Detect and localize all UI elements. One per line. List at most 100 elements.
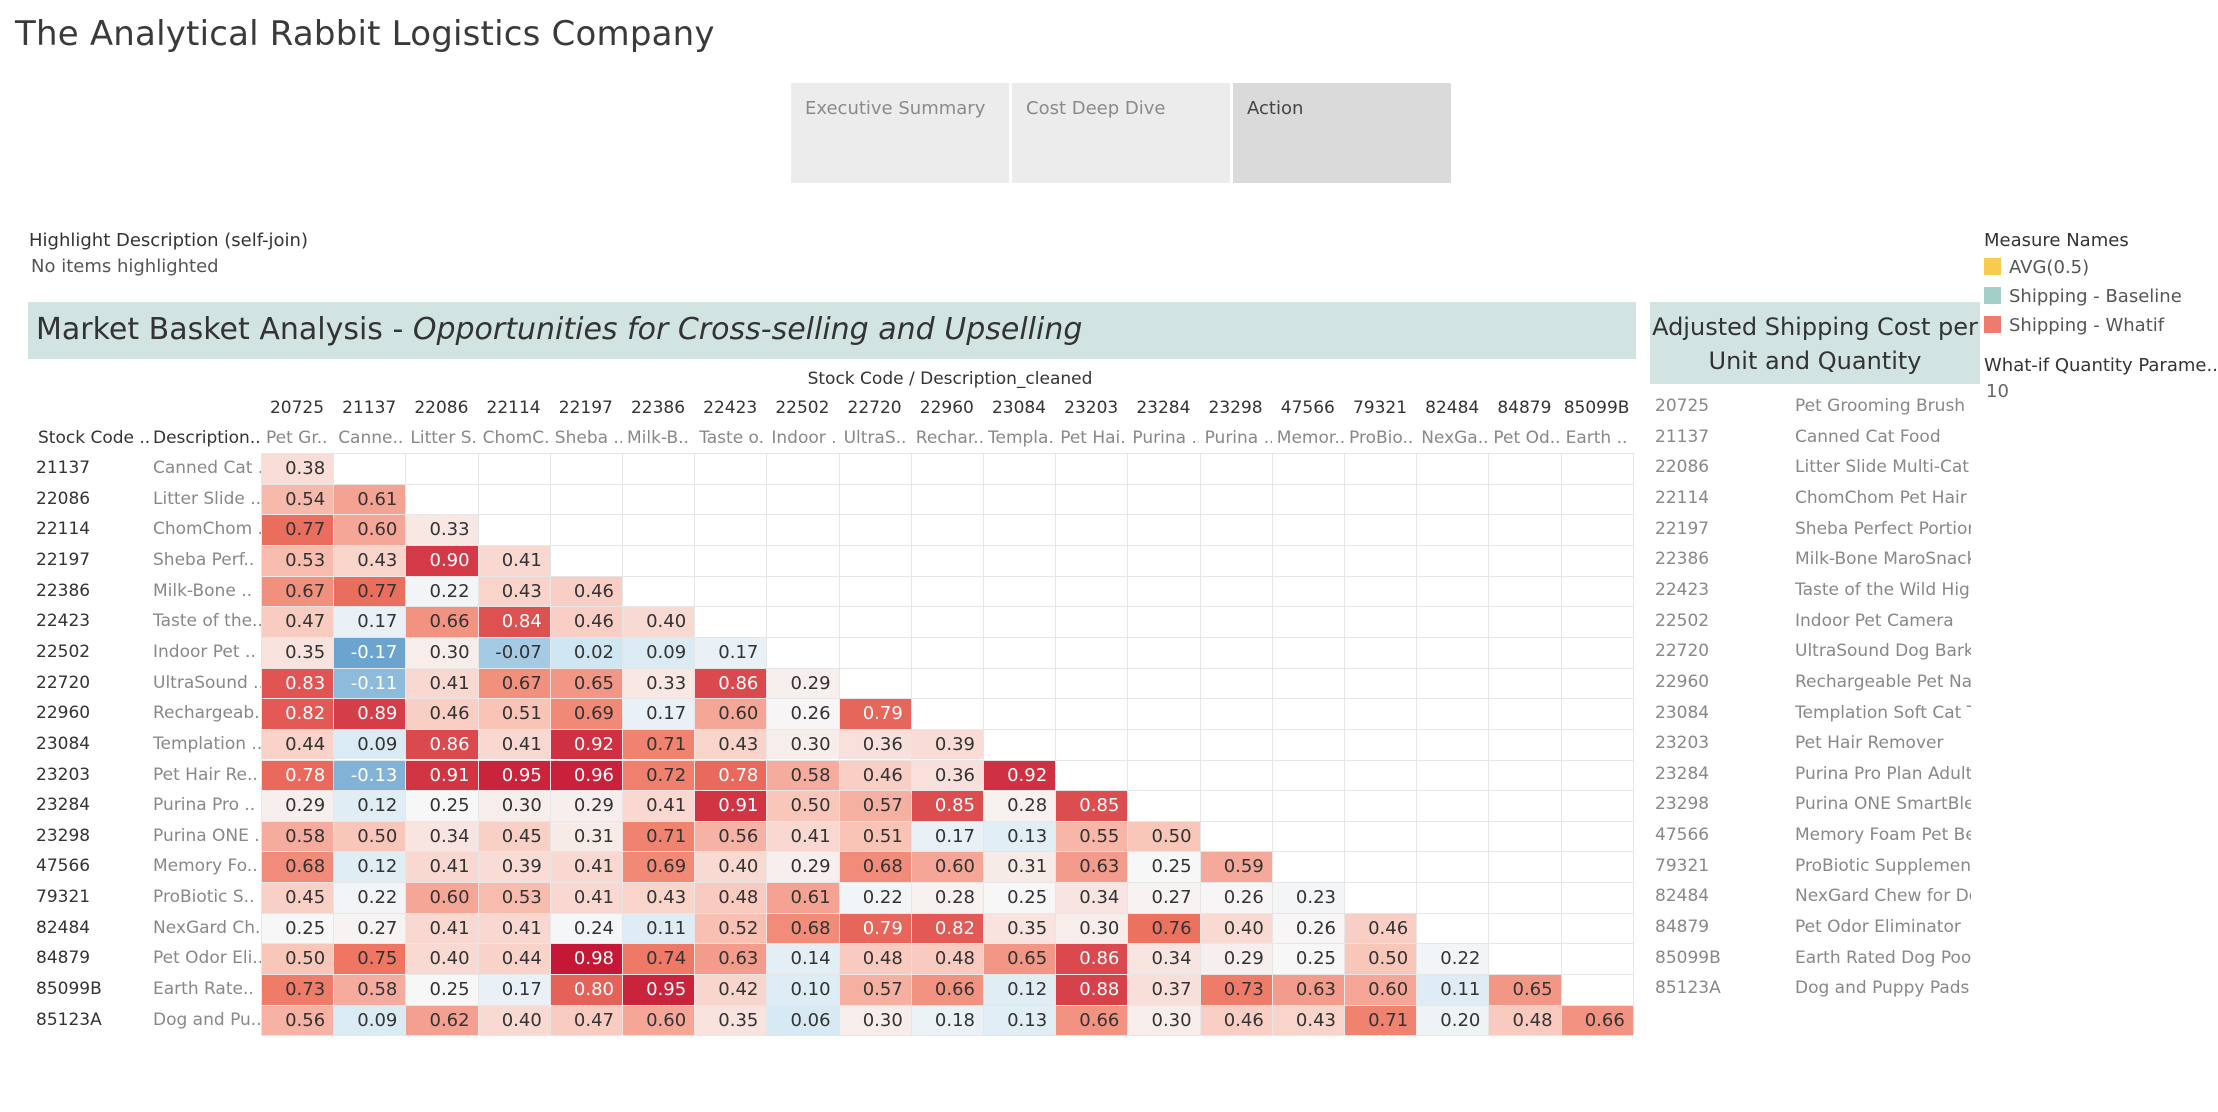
column-stock-code[interactable]: 79321 — [1344, 398, 1416, 418]
matrix-cell[interactable]: 0.30 — [478, 791, 550, 821]
row-description[interactable]: ChomChom .. — [153, 519, 261, 539]
matrix-cell[interactable]: 0.30 — [1056, 913, 1128, 944]
row-description[interactable]: ProBiotic S.. — [153, 887, 261, 907]
shipping-list-code[interactable]: 85099B — [1655, 948, 1721, 968]
matrix-cell[interactable]: 0.98 — [550, 944, 622, 975]
legend-item-avg[interactable]: AVG(0.5) — [1984, 257, 2089, 278]
column-stock-code[interactable]: 23284 — [1127, 398, 1199, 418]
matrix-cell[interactable]: 0.41 — [478, 913, 550, 944]
matrix-cell[interactable]: 0.85 — [911, 791, 983, 821]
matrix-cell[interactable]: 0.59 — [1200, 852, 1272, 883]
matrix-cell[interactable]: 0.02 — [550, 637, 622, 668]
matrix-cell[interactable]: 0.54 — [262, 484, 334, 515]
column-description[interactable]: Purina .. — [1200, 428, 1272, 448]
shipping-list-description[interactable]: Purina Pro Plan Adult — [1795, 764, 1971, 784]
matrix-cell[interactable]: 0.25 — [1272, 944, 1344, 975]
shipping-list-description[interactable]: ProBiotic Supplement — [1795, 856, 1971, 876]
matrix-cell[interactable]: 0.25 — [1128, 852, 1200, 883]
matrix-cell[interactable]: 0.30 — [406, 637, 478, 668]
matrix-cell[interactable]: 0.82 — [911, 913, 983, 944]
row-description[interactable]: NexGard Ch.. — [153, 918, 261, 938]
row-stock-code[interactable]: 22502 — [36, 642, 90, 662]
matrix-cell[interactable]: 0.35 — [984, 913, 1056, 944]
matrix-cell[interactable]: 0.09 — [334, 729, 406, 760]
matrix-cell[interactable]: 0.85 — [1056, 791, 1128, 821]
matrix-cell[interactable]: 0.68 — [262, 852, 334, 883]
row-description[interactable]: Indoor Pet .. — [153, 642, 261, 662]
matrix-cell[interactable]: 0.26 — [1200, 883, 1272, 913]
shipping-list-description[interactable]: Earth Rated Dog Poop Bags — [1795, 948, 1971, 968]
tab-action[interactable]: Action — [1233, 83, 1451, 183]
matrix-cell[interactable]: 0.53 — [478, 883, 550, 913]
matrix-cell[interactable]: 0.86 — [1056, 944, 1128, 975]
shipping-list-code[interactable]: 23203 — [1655, 733, 1709, 753]
matrix-cell[interactable]: 0.60 — [1345, 975, 1417, 1005]
matrix-cell[interactable]: 0.56 — [695, 821, 767, 852]
column-stock-code[interactable]: 84879 — [1488, 398, 1560, 418]
matrix-cell[interactable]: 0.50 — [262, 944, 334, 975]
matrix-cell[interactable]: 0.63 — [1056, 852, 1128, 883]
row-stock-code[interactable]: 21137 — [36, 458, 90, 478]
shipping-list-description[interactable]: Templation Soft Cat Treats — [1795, 703, 1971, 723]
matrix-cell[interactable]: 0.40 — [623, 607, 695, 637]
matrix-cell[interactable]: 0.12 — [334, 852, 406, 883]
matrix-cell[interactable]: 0.66 — [1056, 1005, 1128, 1036]
matrix-cell[interactable]: 0.78 — [262, 760, 334, 791]
matrix-cell[interactable]: 0.35 — [262, 637, 334, 668]
matrix-cell[interactable]: 0.33 — [623, 668, 695, 699]
matrix-cell[interactable]: 0.35 — [695, 1005, 767, 1036]
matrix-cell[interactable]: 0.46 — [1200, 1005, 1272, 1036]
shipping-list-code[interactable]: 22086 — [1655, 457, 1709, 477]
matrix-cell[interactable]: 0.30 — [839, 1005, 911, 1036]
matrix-cell[interactable]: 0.86 — [406, 729, 478, 760]
matrix-cell[interactable]: 0.50 — [334, 821, 406, 852]
matrix-cell[interactable]: 0.31 — [550, 821, 622, 852]
matrix-cell[interactable]: 0.12 — [984, 975, 1056, 1005]
matrix-cell[interactable]: 0.46 — [550, 576, 622, 607]
matrix-cell[interactable]: 0.26 — [767, 699, 839, 729]
row-description[interactable]: Milk-Bone .. — [153, 581, 261, 601]
matrix-cell[interactable]: 0.83 — [262, 668, 334, 699]
row-description[interactable]: Taste of the.. — [153, 611, 261, 631]
column-description[interactable]: Rechar.. — [911, 428, 983, 448]
matrix-cell[interactable]: 0.66 — [911, 975, 983, 1005]
matrix-cell[interactable]: 0.40 — [478, 1005, 550, 1036]
row-description[interactable]: Purina Pro .. — [153, 795, 261, 815]
matrix-cell[interactable]: 0.10 — [767, 975, 839, 1005]
row-header-description[interactable]: Description.. — [153, 428, 261, 448]
matrix-cell[interactable]: 0.41 — [767, 821, 839, 852]
matrix-cell[interactable]: 0.43 — [1272, 1005, 1344, 1036]
column-stock-code[interactable]: 22114 — [478, 398, 550, 418]
shipping-list-code[interactable]: 22720 — [1655, 641, 1709, 661]
matrix-cell[interactable]: 0.67 — [478, 668, 550, 699]
matrix-cell[interactable]: 0.22 — [334, 883, 406, 913]
row-stock-code[interactable]: 22960 — [36, 703, 90, 723]
matrix-cell[interactable]: 0.45 — [478, 821, 550, 852]
column-description[interactable]: Litter S.. — [405, 428, 477, 448]
matrix-cell[interactable]: 0.60 — [406, 883, 478, 913]
row-stock-code[interactable]: 22197 — [36, 550, 90, 570]
row-description[interactable]: Templation .. — [153, 734, 261, 754]
matrix-cell[interactable]: 0.36 — [839, 729, 911, 760]
shipping-list-code[interactable]: 22423 — [1655, 580, 1709, 600]
matrix-cell[interactable]: 0.56 — [262, 1005, 334, 1036]
matrix-cell[interactable]: 0.09 — [334, 1005, 406, 1036]
matrix-cell[interactable]: 0.27 — [1128, 883, 1200, 913]
shipping-list-description[interactable]: Memory Foam Pet Bed — [1795, 825, 1971, 845]
column-description[interactable]: UltraS.. — [839, 428, 911, 448]
matrix-cell[interactable]: 0.71 — [1345, 1005, 1417, 1036]
matrix-cell[interactable]: 0.43 — [334, 545, 406, 576]
matrix-cell[interactable]: 0.12 — [334, 791, 406, 821]
shipping-list-code[interactable]: 22197 — [1655, 519, 1709, 539]
column-description[interactable]: Pet Gr.. — [261, 428, 333, 448]
row-stock-code[interactable]: 82484 — [36, 918, 90, 938]
tab-executive-summary[interactable]: Executive Summary — [791, 83, 1009, 183]
matrix-cell[interactable]: 0.09 — [623, 637, 695, 668]
matrix-cell[interactable]: 0.11 — [623, 913, 695, 944]
shipping-list-description[interactable]: Milk-Bone MaroSnacks — [1795, 549, 1971, 569]
row-description[interactable]: Earth Rate.. — [153, 979, 261, 999]
column-description[interactable]: Canne.. — [333, 428, 405, 448]
matrix-cell[interactable]: 0.96 — [550, 760, 622, 791]
column-description[interactable]: Sheba .. — [550, 428, 622, 448]
row-stock-code[interactable]: 47566 — [36, 856, 90, 876]
